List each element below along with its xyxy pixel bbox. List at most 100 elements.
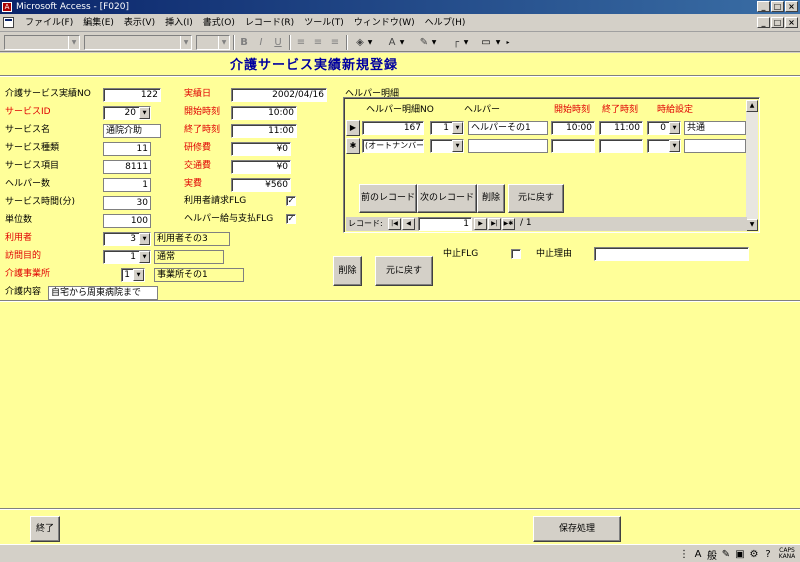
prev-record-button[interactable]: 前のレコード (359, 184, 417, 213)
service-item-field[interactable]: 8111 (103, 160, 151, 174)
subform-delete-button[interactable]: 削除 (477, 184, 505, 213)
chevron-down-icon[interactable]: ▼ (139, 233, 150, 245)
user-bill-flg-checkbox[interactable]: ✓ (286, 196, 296, 206)
ime-dictionary-icon[interactable]: ▣ (734, 549, 746, 560)
object-combo[interactable]: ▼ (4, 35, 80, 50)
ime-mode-indicator[interactable]: A (692, 549, 704, 560)
service-minutes-field[interactable]: 30 (103, 196, 151, 210)
ime-conversion-mode[interactable]: 般 (706, 547, 718, 562)
menu-view[interactable]: 表示(V) (119, 14, 160, 32)
chevron-down-icon[interactable]: ▼ (452, 140, 463, 152)
scroll-up-icon[interactable]: ▲ (746, 100, 758, 112)
visit-purpose-combo[interactable]: 1 ▼ (103, 250, 151, 264)
row-end-time-field[interactable]: 11:00 (599, 121, 643, 135)
chevron-down-icon[interactable]: ▼ (669, 122, 680, 134)
save-button[interactable]: 保存処理 (533, 516, 621, 542)
rate-combo[interactable]: 0 ▼ (647, 121, 681, 135)
detail-no-field[interactable]: 167 (362, 121, 424, 135)
col-header-helper: ヘルパー (464, 105, 501, 115)
helper-combo[interactable]: 1 ▼ (430, 121, 464, 135)
chevron-down-icon[interactable]: ▼ (452, 122, 463, 134)
close-button[interactable]: × (785, 1, 798, 12)
user-combo[interactable]: 3 ▼ (103, 232, 151, 246)
mdi-restore-button[interactable]: □ (771, 17, 784, 28)
menu-edit[interactable]: 編集(E) (78, 14, 119, 32)
chevron-down-icon[interactable]: ▼ (133, 269, 144, 281)
training-fee-field[interactable]: ¥0 (231, 142, 291, 156)
ime-pad-icon[interactable]: ✎ (720, 549, 732, 560)
menu-format[interactable]: 書式(O) (198, 14, 240, 32)
record-selector-new[interactable]: ✱ (346, 138, 360, 154)
chevron-down-icon[interactable]: ▼ (669, 140, 680, 152)
chevron-down-icon[interactable]: ▼ (462, 35, 470, 50)
record-selector-current[interactable]: ▶ (346, 120, 360, 136)
actual-date-field[interactable]: 2002/04/16 (231, 88, 327, 102)
ime-handle-icon[interactable]: ⋮ (678, 549, 690, 560)
service-name-field[interactable]: 通院介助 (103, 124, 161, 138)
special-effect-icon[interactable]: ▭ (478, 35, 494, 50)
helper-count-field[interactable]: 1 (103, 178, 151, 192)
cancel-reason-field[interactable] (594, 247, 749, 261)
transport-fee-field[interactable]: ¥0 (231, 160, 291, 174)
ime-help-icon[interactable]: ? (762, 549, 774, 560)
new-detail-no-field[interactable]: (オートナンバー) (362, 139, 424, 153)
chevron-down-icon[interactable]: ▼ (494, 35, 502, 50)
scroll-down-icon[interactable]: ▼ (746, 219, 758, 231)
minimize-button[interactable]: _ (757, 1, 770, 12)
mdi-minimize-button[interactable]: _ (757, 17, 770, 28)
cancel-flg-checkbox[interactable] (511, 249, 521, 259)
menu-tools[interactable]: ツール(T) (299, 14, 349, 32)
record-no-field[interactable]: 122 (103, 88, 161, 102)
provider-combo[interactable]: 1 ▼ (121, 268, 145, 282)
unit-count-field[interactable]: 100 (103, 214, 151, 228)
undo-button[interactable]: 元に戻す (375, 256, 433, 286)
end-time-field[interactable]: 11:00 (231, 124, 297, 138)
align-left-icon[interactable]: ≡ (293, 35, 309, 50)
previous-record-icon[interactable]: ◀ (402, 218, 415, 230)
chevron-down-icon[interactable]: ▼ (139, 107, 150, 119)
helper-pay-flg-checkbox[interactable]: ✓ (286, 214, 296, 224)
underline-button[interactable]: U (270, 35, 286, 50)
font-size-combo[interactable]: ▼ (196, 35, 230, 50)
first-record-icon[interactable]: |◀ (388, 218, 401, 230)
service-id-combo[interactable]: 20 ▼ (103, 106, 151, 120)
subform-vertical-scrollbar[interactable]: ▲ ▼ (746, 100, 758, 231)
mdi-close-button[interactable]: × (785, 17, 798, 28)
form-window-icon[interactable] (3, 17, 14, 28)
menu-file[interactable]: ファイル(F) (20, 14, 78, 32)
toolbar-overflow-icon[interactable]: ▸ (504, 35, 512, 50)
ime-settings-icon[interactable]: ⚙ (748, 549, 760, 560)
care-content-field[interactable]: 自宅から周東病院まで (48, 286, 158, 300)
new-helper-combo[interactable]: ▼ (430, 139, 464, 153)
chevron-down-icon[interactable]: ▼ (398, 35, 406, 50)
exit-button[interactable]: 終了 (30, 516, 60, 542)
record-number-field[interactable]: 1 (418, 217, 472, 231)
menu-records[interactable]: レコード(R) (240, 14, 299, 32)
last-record-icon[interactable]: ▶| (488, 218, 501, 230)
start-time-field[interactable]: 10:00 (231, 106, 297, 120)
font-name-combo[interactable]: ▼ (84, 35, 192, 50)
access-app-icon[interactable]: A (2, 2, 12, 12)
subform-undo-button[interactable]: 元に戻す (508, 184, 564, 213)
italic-button[interactable]: I (253, 35, 269, 50)
new-record-icon[interactable]: ▶✱ (502, 218, 515, 230)
menu-window[interactable]: ウィンドウ(W) (349, 14, 420, 32)
delete-button[interactable]: 削除 (333, 256, 362, 286)
next-record-icon[interactable]: ▶ (474, 218, 487, 230)
menu-help[interactable]: ヘルプ(H) (420, 14, 471, 32)
actual-cost-field[interactable]: ¥560 (231, 178, 291, 192)
maximize-button[interactable]: □ (771, 1, 784, 12)
next-record-button[interactable]: 次のレコード (417, 184, 477, 213)
chevron-down-icon[interactable]: ▼ (430, 35, 438, 50)
row-start-time-field[interactable]: 10:00 (551, 121, 595, 135)
new-end-time-field[interactable] (599, 139, 643, 153)
new-rate-combo[interactable]: ▼ (647, 139, 681, 153)
chevron-down-icon[interactable]: ▼ (366, 35, 374, 50)
align-right-icon[interactable]: ≡ (327, 35, 343, 50)
service-type-field[interactable]: 11 (103, 142, 151, 156)
bold-button[interactable]: B (236, 35, 252, 50)
chevron-down-icon[interactable]: ▼ (139, 251, 150, 263)
align-center-icon[interactable]: ≡ (310, 35, 326, 50)
new-start-time-field[interactable] (551, 139, 595, 153)
menu-insert[interactable]: 挿入(I) (160, 14, 198, 32)
